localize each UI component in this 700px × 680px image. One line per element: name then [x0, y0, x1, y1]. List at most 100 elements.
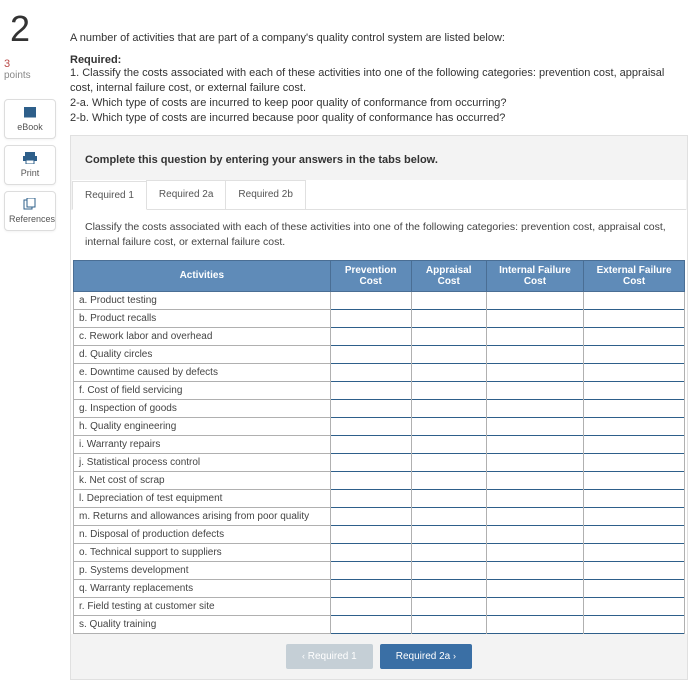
print-label: Print	[21, 168, 40, 178]
cost-cell[interactable]	[330, 489, 411, 507]
cost-cell[interactable]	[330, 543, 411, 561]
cost-cell[interactable]	[584, 363, 685, 381]
cost-cell[interactable]	[411, 507, 486, 525]
tab-required-2a[interactable]: Required 2a	[146, 180, 226, 209]
cost-cell[interactable]	[584, 525, 685, 543]
cost-cell[interactable]	[411, 615, 486, 633]
ebook-button[interactable]: eBook	[4, 99, 56, 139]
cost-cell[interactable]	[584, 579, 685, 597]
cost-cell[interactable]	[486, 615, 583, 633]
cost-cell[interactable]	[486, 399, 583, 417]
cost-cell[interactable]	[411, 525, 486, 543]
table-row: j. Statistical process control	[74, 453, 685, 471]
cost-cell[interactable]	[411, 471, 486, 489]
cost-cell[interactable]	[486, 309, 583, 327]
cost-cell[interactable]	[330, 327, 411, 345]
prev-label: Required 1	[308, 651, 357, 662]
cost-cell[interactable]	[584, 615, 685, 633]
cost-cell[interactable]	[411, 399, 486, 417]
tab-required-2b[interactable]: Required 2b	[225, 180, 305, 209]
cost-cell[interactable]	[330, 399, 411, 417]
print-button[interactable]: Print	[4, 145, 56, 185]
cost-cell[interactable]	[584, 471, 685, 489]
cost-cell[interactable]	[330, 525, 411, 543]
cost-cell[interactable]	[411, 291, 486, 309]
cost-cell[interactable]	[411, 597, 486, 615]
cost-cell[interactable]	[486, 543, 583, 561]
cost-cell[interactable]	[330, 471, 411, 489]
cost-cell[interactable]	[584, 561, 685, 579]
table-row: d. Quality circles	[74, 345, 685, 363]
cost-cell[interactable]	[486, 435, 583, 453]
activity-cell: h. Quality engineering	[74, 417, 331, 435]
cost-cell[interactable]	[330, 615, 411, 633]
cost-cell[interactable]	[330, 561, 411, 579]
cost-cell[interactable]	[486, 579, 583, 597]
cost-cell[interactable]	[584, 435, 685, 453]
cost-cell[interactable]	[486, 561, 583, 579]
tab-bar: Required 1 Required 2a Required 2b	[72, 180, 686, 210]
cost-cell[interactable]	[411, 345, 486, 363]
cost-cell[interactable]	[486, 345, 583, 363]
cost-cell[interactable]	[486, 327, 583, 345]
cost-cell[interactable]	[330, 453, 411, 471]
cost-cell[interactable]	[486, 471, 583, 489]
cost-cell[interactable]	[584, 597, 685, 615]
cost-cell[interactable]	[411, 579, 486, 597]
prev-button[interactable]: ‹ Required 1	[286, 644, 373, 669]
cost-cell[interactable]	[330, 291, 411, 309]
next-button[interactable]: Required 2a ›	[380, 644, 472, 669]
cost-cell[interactable]	[330, 417, 411, 435]
activity-cell: e. Downtime caused by defects	[74, 363, 331, 381]
cost-cell[interactable]	[486, 453, 583, 471]
cost-cell[interactable]	[411, 417, 486, 435]
cost-cell[interactable]	[584, 327, 685, 345]
references-button[interactable]: References	[4, 191, 56, 231]
cost-cell[interactable]	[584, 543, 685, 561]
cost-cell[interactable]	[486, 381, 583, 399]
cost-cell[interactable]	[486, 291, 583, 309]
col-external: External Failure Cost	[584, 260, 685, 291]
cost-cell[interactable]	[486, 417, 583, 435]
chevron-left-icon: ‹	[302, 651, 305, 661]
activity-cell: c. Rework labor and overhead	[74, 327, 331, 345]
cost-cell[interactable]	[584, 453, 685, 471]
cost-cell[interactable]	[330, 579, 411, 597]
activity-cell: p. Systems development	[74, 561, 331, 579]
cost-cell[interactable]	[486, 507, 583, 525]
cost-cell[interactable]	[330, 381, 411, 399]
table-row: f. Cost of field servicing	[74, 381, 685, 399]
points-label: points	[4, 70, 56, 81]
cost-cell[interactable]	[411, 309, 486, 327]
cost-cell[interactable]	[330, 597, 411, 615]
cost-cell[interactable]	[584, 291, 685, 309]
cost-cell[interactable]	[411, 435, 486, 453]
tab-required-1[interactable]: Required 1	[72, 181, 147, 210]
table-row: l. Depreciation of test equipment	[74, 489, 685, 507]
activity-cell: l. Depreciation of test equipment	[74, 489, 331, 507]
cost-cell[interactable]	[486, 489, 583, 507]
cost-cell[interactable]	[330, 435, 411, 453]
cost-cell[interactable]	[584, 345, 685, 363]
cost-cell[interactable]	[330, 345, 411, 363]
cost-cell[interactable]	[411, 489, 486, 507]
cost-cell[interactable]	[411, 363, 486, 381]
cost-cell[interactable]	[411, 453, 486, 471]
activity-cell: i. Warranty repairs	[74, 435, 331, 453]
cost-cell[interactable]	[411, 381, 486, 399]
cost-cell[interactable]	[584, 507, 685, 525]
cost-cell[interactable]	[584, 309, 685, 327]
cost-cell[interactable]	[584, 489, 685, 507]
cost-cell[interactable]	[411, 561, 486, 579]
cost-cell[interactable]	[486, 525, 583, 543]
cost-cell[interactable]	[584, 417, 685, 435]
cost-cell[interactable]	[584, 381, 685, 399]
cost-cell[interactable]	[486, 363, 583, 381]
cost-cell[interactable]	[486, 597, 583, 615]
cost-cell[interactable]	[411, 327, 486, 345]
cost-cell[interactable]	[584, 399, 685, 417]
cost-cell[interactable]	[330, 363, 411, 381]
cost-cell[interactable]	[330, 507, 411, 525]
cost-cell[interactable]	[330, 309, 411, 327]
cost-cell[interactable]	[411, 543, 486, 561]
